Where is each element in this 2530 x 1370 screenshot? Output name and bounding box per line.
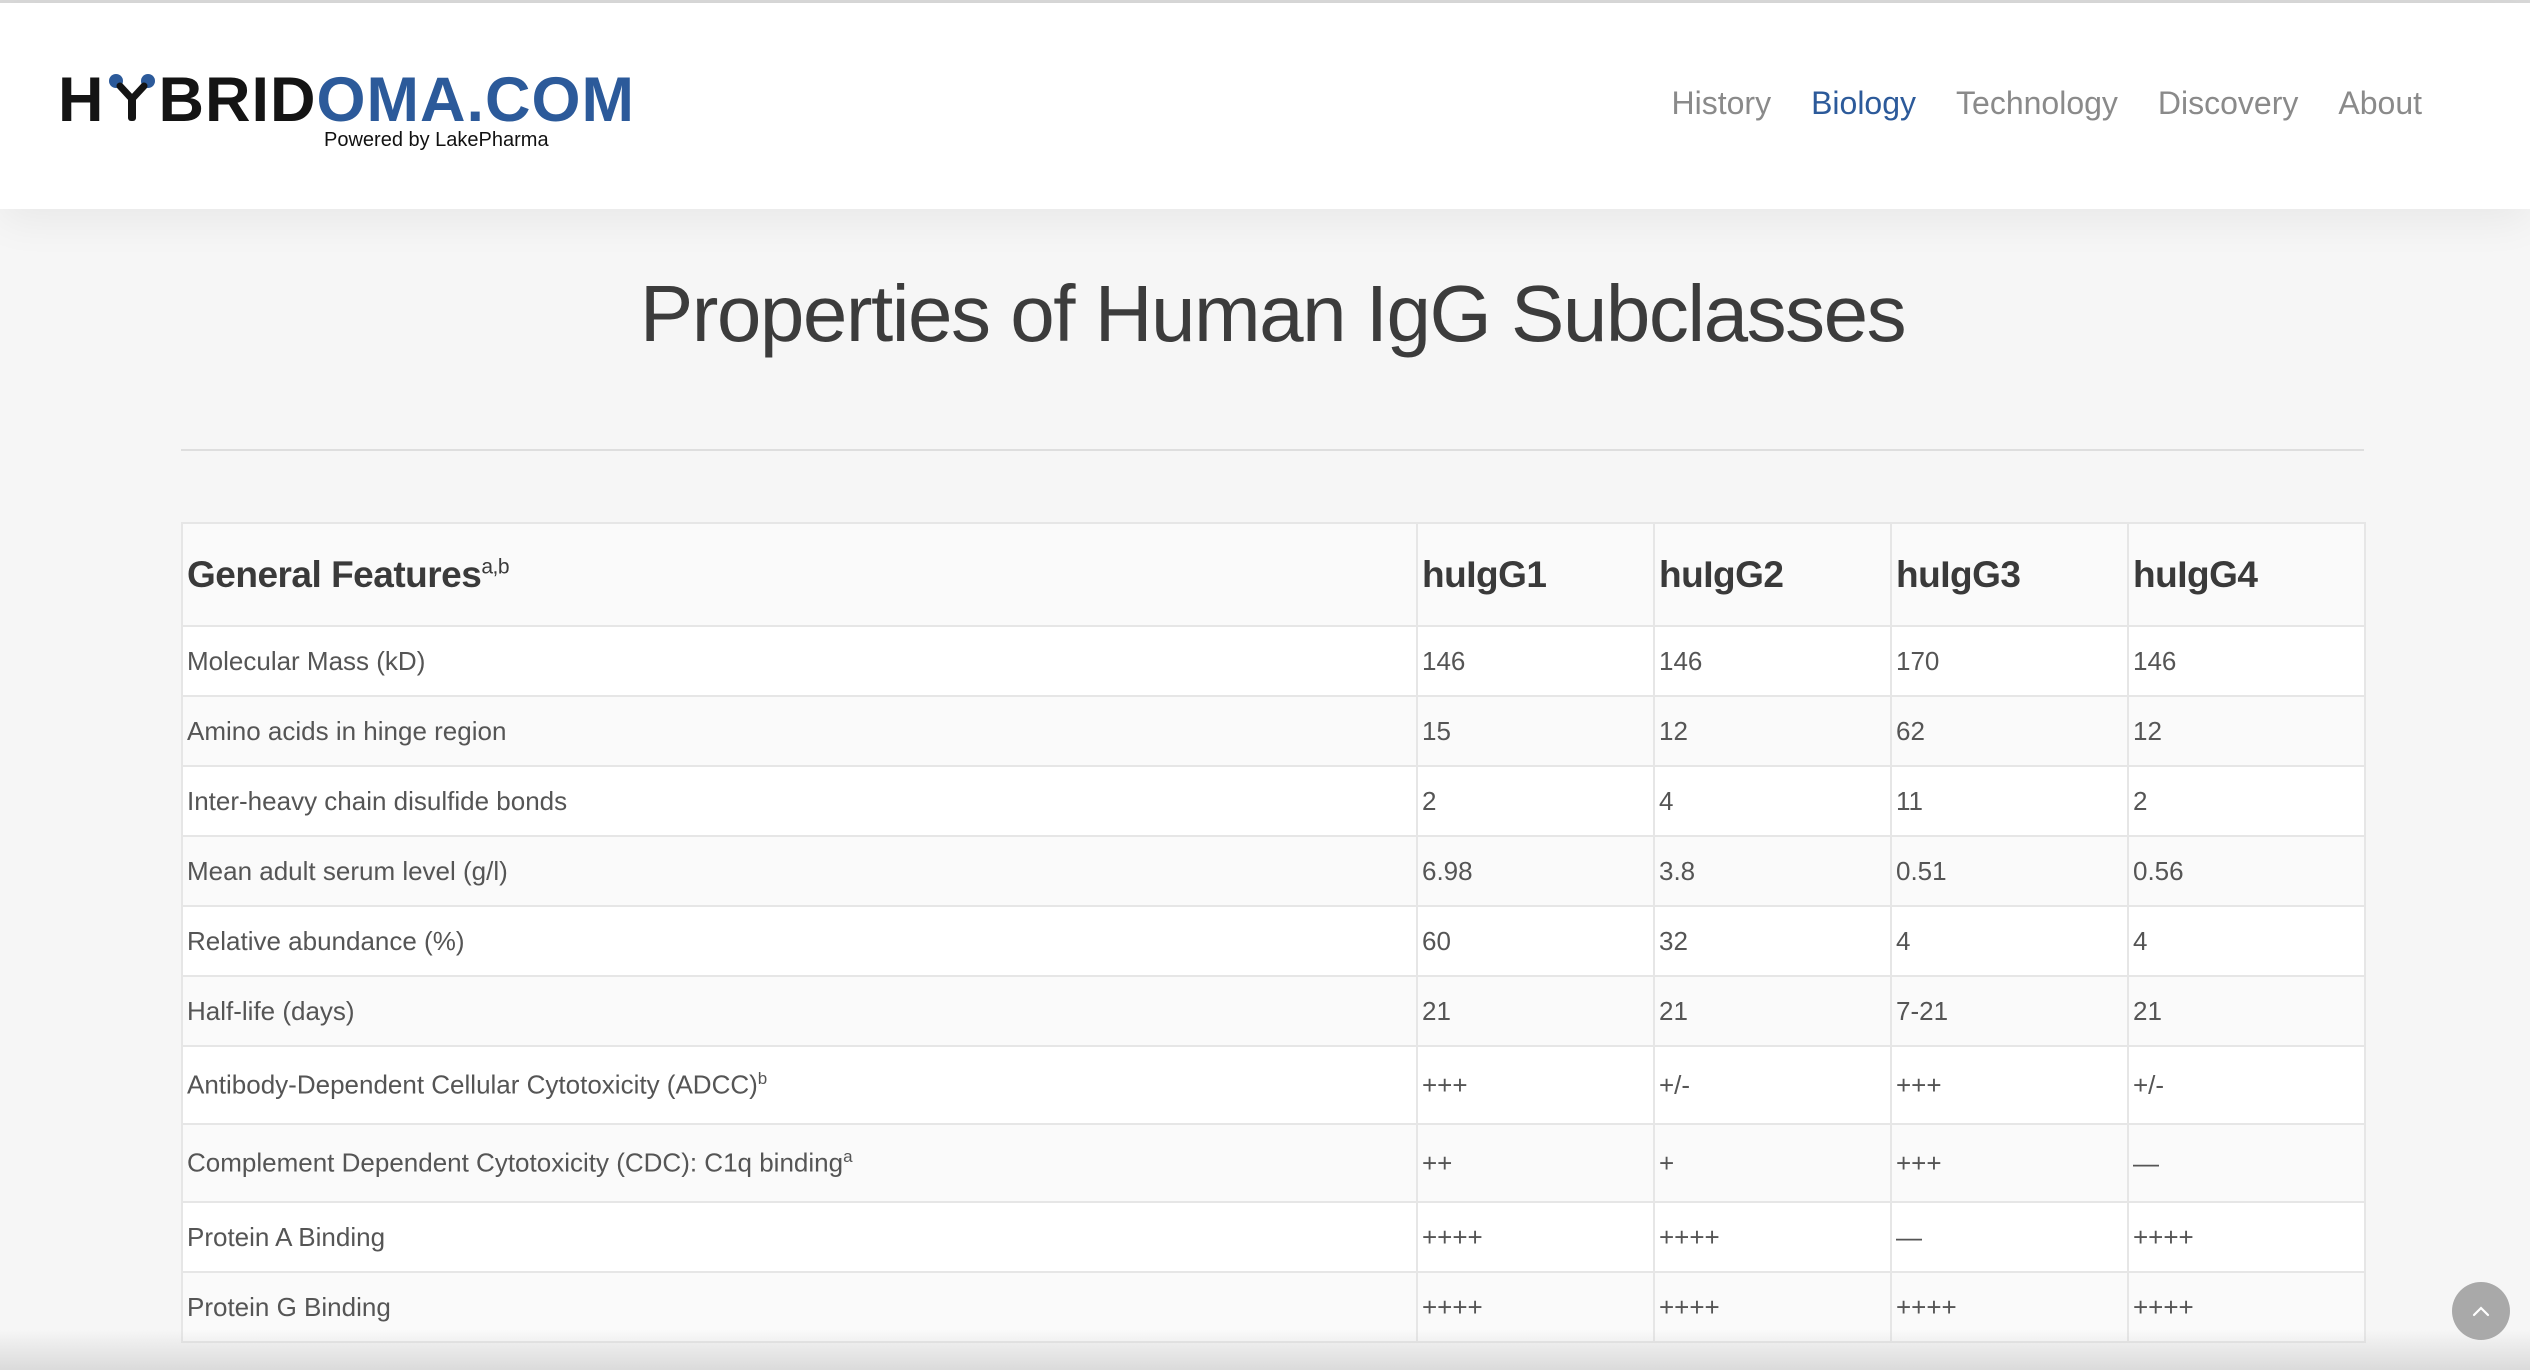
row-label-text: Molecular Mass (kD) [187, 645, 426, 676]
row-label: Half-life (days) [181, 975, 1418, 1047]
row-label-text: Relative abundance (%) [187, 925, 465, 956]
cell-huigg4: +/- [2127, 1045, 2366, 1125]
table-row: Complement Dependent Cytotoxicity (CDC):… [181, 1123, 2366, 1203]
cell-huigg1: 146 [1416, 625, 1655, 697]
cell-huigg2: 12 [1653, 695, 1892, 767]
row-label: Amino acids in hinge region [181, 695, 1418, 767]
main-nav: History Biology Technology Discovery Abo… [1672, 85, 2423, 122]
cell-huigg4: 2 [2127, 765, 2366, 837]
nav-biology[interactable]: Biology [1811, 85, 1916, 122]
cell-huigg2: + [1653, 1123, 1892, 1203]
cell-huigg1: ++ [1416, 1123, 1655, 1203]
logo-wordmark: H BRIDOMA.COM [58, 65, 635, 135]
cell-huigg4: 21 [2127, 975, 2366, 1047]
row-label: Relative abundance (%) [181, 905, 1418, 977]
row-label-text: Antibody-Dependent Cellular Cytotoxicity… [187, 1069, 758, 1100]
cell-huigg1: +++ [1416, 1045, 1655, 1125]
cell-huigg4: ++++ [2127, 1201, 2366, 1273]
cell-huigg1: 15 [1416, 695, 1655, 767]
row-label: Mean adult serum level (g/l) [181, 835, 1418, 907]
table-row: Amino acids in hinge region 15 12 62 12 [181, 695, 2366, 767]
header-col-huigg1: huIgG1 [1416, 522, 1655, 627]
table-row: Protein A Binding ++++ ++++ — ++++ [181, 1201, 2366, 1273]
site-header: H BRIDOMA.COM Powered by LakePharma Hist… [0, 3, 2530, 209]
antibody-y-icon [108, 74, 155, 121]
cell-huigg3: 170 [1890, 625, 2129, 697]
row-label-text: Half-life (days) [187, 995, 355, 1026]
cell-huigg2: ++++ [1653, 1201, 1892, 1273]
header-feature-label: General Features [187, 553, 482, 595]
cell-huigg2: 146 [1653, 625, 1892, 697]
cell-huigg1: 2 [1416, 765, 1655, 837]
row-label-text: Inter-heavy chain disulfide bonds [187, 785, 568, 816]
cell-huigg3: 4 [1890, 905, 2129, 977]
cell-huigg1: ++++ [1416, 1201, 1655, 1273]
cell-huigg2: +/- [1653, 1045, 1892, 1125]
table-body: Molecular Mass (kD) 146 146 170 146 Amino aci… [181, 625, 2366, 1343]
table-row: Mean adult serum level (g/l) 6.98 3.8 0.51 0… [181, 835, 2366, 907]
cell-huigg1: 6.98 [1416, 835, 1655, 907]
row-label: Molecular Mass (kD) [181, 625, 1418, 697]
logo-blue-part: OMA.COM [316, 65, 635, 135]
logo-dark-part: BRID [158, 65, 317, 135]
table-row: Half-life (days) 21 21 7-21 21 [181, 975, 2366, 1047]
logo-letter-h: H [58, 65, 105, 135]
row-label: Antibody-Dependent Cellular Cytotoxicity… [181, 1045, 1418, 1125]
cell-huigg2: 4 [1653, 765, 1892, 837]
nav-technology[interactable]: Technology [1956, 85, 2118, 122]
row-label-sup: b [757, 1069, 768, 1089]
row-label: Complement Dependent Cytotoxicity (CDC):… [181, 1123, 1418, 1203]
cell-huigg4: 0.56 [2127, 835, 2366, 907]
page-title: Properties of Human IgG Subclasses [639, 269, 1907, 358]
scroll-to-top-button[interactable] [2452, 1282, 2510, 1340]
chevron-up-icon [2472, 1306, 2490, 1317]
table-row: Relative abundance (%) 60 32 4 4 [181, 905, 2366, 977]
cell-huigg2: 3.8 [1653, 835, 1892, 907]
cell-huigg3: — [1890, 1201, 2129, 1273]
table-row: Antibody-Dependent Cellular Cytotoxicity… [181, 1045, 2366, 1125]
cell-huigg3: +++ [1890, 1123, 2129, 1203]
row-label-sup: a [843, 1147, 853, 1167]
site-logo[interactable]: H BRIDOMA.COM Powered by LakePharma [58, 65, 634, 155]
cell-huigg4: 146 [2127, 625, 2366, 697]
nav-history[interactable]: History [1672, 85, 1772, 122]
cell-huigg4: 12 [2127, 695, 2366, 767]
cell-huigg3: 62 [1890, 695, 2129, 767]
cell-huigg3: 7-21 [1890, 975, 2129, 1047]
title-divider [181, 449, 2364, 451]
header-col-huigg3: huIgG3 [1890, 522, 2129, 627]
cell-huigg3: 11 [1890, 765, 2129, 837]
row-label-text: Mean adult serum level (g/l) [187, 855, 508, 886]
cell-huigg4: 4 [2127, 905, 2366, 977]
header-feature-sup: a,b [481, 555, 510, 579]
table-row: Inter-heavy chain disulfide bonds 2 4 11 2 [181, 765, 2366, 837]
cell-huigg3: +++ [1890, 1045, 2129, 1125]
table-row: Molecular Mass (kD) 146 146 170 146 [181, 625, 2366, 697]
row-label-text: Complement Dependent Cytotoxicity (CDC):… [187, 1147, 844, 1178]
logo-tagline: Powered by LakePharma [324, 129, 549, 151]
row-label-text: Amino acids in hinge region [187, 715, 507, 746]
cell-huigg1: 21 [1416, 975, 1655, 1047]
header-col-huigg4: huIgG4 [2127, 522, 2366, 627]
cell-huigg2: 32 [1653, 905, 1892, 977]
header-col-huigg2: huIgG2 [1653, 522, 1892, 627]
igg-properties-table: General Featuresa,b huIgG1 huIgG2 huIgG3… [181, 522, 2366, 1343]
nav-about[interactable]: About [2338, 85, 2422, 122]
cell-huigg1: 60 [1416, 905, 1655, 977]
bottom-fade [0, 1330, 2530, 1370]
row-label-text: Protein A Binding [187, 1221, 386, 1252]
row-label: Inter-heavy chain disulfide bonds [181, 765, 1418, 837]
nav-discovery[interactable]: Discovery [2158, 85, 2298, 122]
table-header-row: General Featuresa,b huIgG1 huIgG2 huIgG3… [181, 522, 2366, 627]
cell-huigg2: 21 [1653, 975, 1892, 1047]
cell-huigg3: 0.51 [1890, 835, 2129, 907]
cell-huigg4: — [2127, 1123, 2366, 1203]
row-label-text: Protein G Binding [187, 1291, 391, 1322]
row-label: Protein A Binding [181, 1201, 1418, 1273]
header-general-features: General Featuresa,b [181, 522, 1418, 627]
